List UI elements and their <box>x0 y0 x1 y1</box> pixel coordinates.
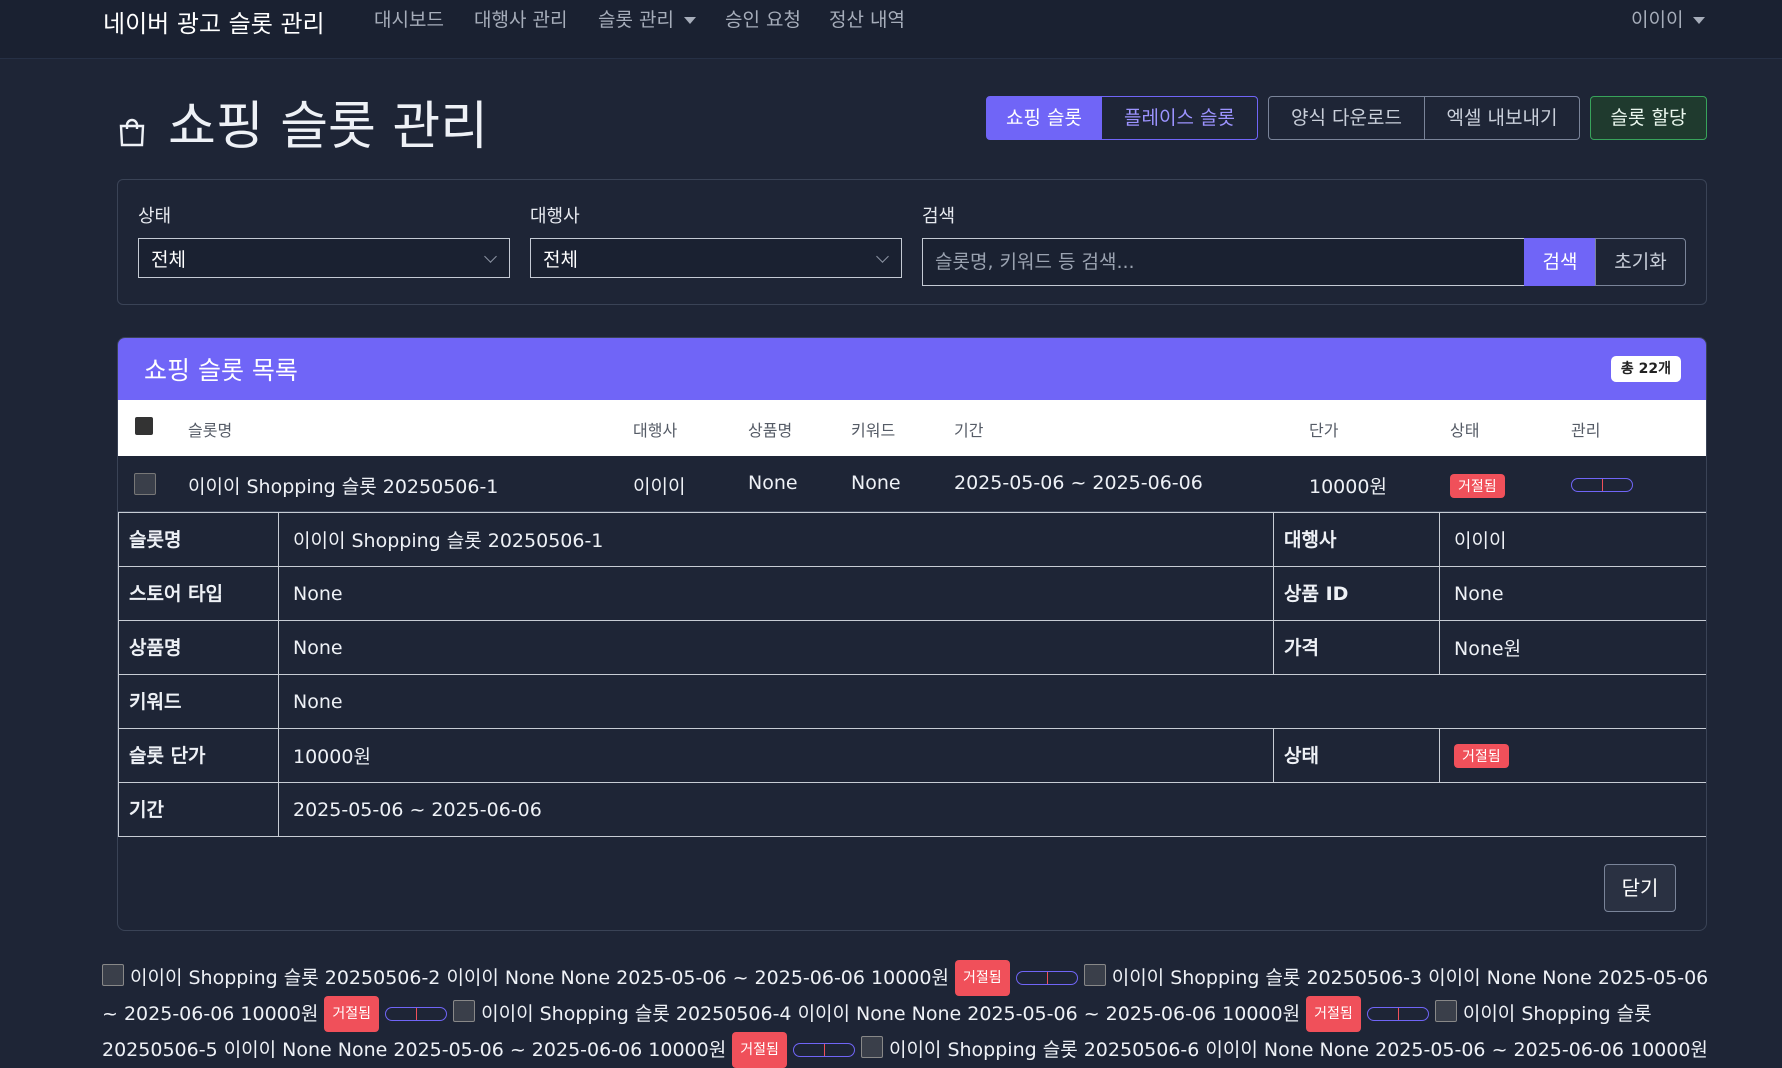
row-agency: 이이이 <box>633 476 686 498</box>
col-keyword: 키워드 <box>851 421 896 440</box>
nav-item-agency[interactable]: 대행사 관리 <box>474 5 567 32</box>
reset-button[interactable]: 초기화 <box>1595 238 1686 286</box>
row-checkbox[interactable] <box>102 964 124 986</box>
list-title: 쇼핑 슬롯 목록 <box>144 356 298 385</box>
user-menu[interactable]: 이이이 <box>1631 5 1706 32</box>
nav-item-slot-management[interactable]: 슬롯 관리 <box>598 5 696 32</box>
agency-select[interactable]: 전체 <box>530 238 902 278</box>
col-slot-name: 슬롯명 <box>188 421 233 440</box>
list-item: 이이이 Shopping 슬롯 20250506-4 이이이 None None… <box>481 1003 1301 1025</box>
col-manage: 관리 <box>1571 421 1601 440</box>
detail-value-product-id: None <box>1439 566 1706 621</box>
template-download-button[interactable]: 양식 다운로드 <box>1268 96 1425 140</box>
status-badge: 거절됨 <box>324 996 380 1032</box>
manage-button-group[interactable] <box>1366 1007 1429 1021</box>
status-select[interactable]: 전체 <box>138 238 510 278</box>
count-badge: 총 22개 <box>1610 356 1681 382</box>
row-checkbox[interactable] <box>860 1036 883 1058</box>
close-button[interactable]: 닫기 <box>1604 864 1676 912</box>
col-price: 단가 <box>1309 421 1339 440</box>
status-badge: 거절됨 <box>954 960 1010 996</box>
status-badge: 거절됨 <box>1306 996 1361 1032</box>
top-navbar: 네이버 광고 슬롯 관리 대시보드 대행사 관리 슬롯 관리 승인 요청 정산 … <box>0 0 1782 59</box>
slot-assign-button[interactable]: 슬롯 할당 <box>1590 96 1707 140</box>
search-label: 검색 <box>922 206 956 227</box>
list-item: 이이이 Shopping 슬롯 20250506-2 이이이 None None… <box>130 967 949 989</box>
list-header: 쇼핑 슬롯 목록 총 22개 <box>118 338 1706 400</box>
detail-label-keyword: 키워드 <box>118 674 279 729</box>
chevron-down-icon <box>1693 17 1706 24</box>
detail-label-product-name: 상품명 <box>118 620 279 675</box>
row-product: None <box>748 472 798 494</box>
detail-label-agency: 대행사 <box>1273 512 1440 567</box>
chevron-down-icon <box>484 250 497 263</box>
row-checkbox[interactable] <box>1434 1000 1457 1022</box>
detail-label-price: 가격 <box>1273 620 1440 675</box>
row-slot-name: 이이이 Shopping 슬롯 20250506-1 <box>188 476 499 498</box>
chevron-down-icon <box>876 250 889 263</box>
col-period: 기간 <box>954 421 984 440</box>
detail-label-status: 상태 <box>1273 728 1440 783</box>
page-title: 쇼핑 슬롯 관리 <box>118 84 488 160</box>
detail-value-unit-price: 10000원 <box>278 728 1274 783</box>
brand-title[interactable]: 네이버 광고 슬롯 관리 <box>103 4 325 39</box>
col-agency: 대행사 <box>633 421 678 440</box>
search-input[interactable] <box>922 238 1526 286</box>
page-title-text: 쇼핑 슬롯 관리 <box>168 97 489 157</box>
table-header: 슬롯명 대행사 상품명 키워드 기간 단가 상태 관리 <box>118 400 1706 456</box>
manage-button-group[interactable] <box>792 1043 855 1057</box>
user-name: 이이이 <box>1631 9 1684 31</box>
detail-value-keyword: None <box>278 674 1706 729</box>
nav-item-slot-label: 슬롯 관리 <box>598 9 674 31</box>
chevron-down-icon <box>683 17 696 24</box>
detail-value-status: 거절됨 <box>1439 728 1706 783</box>
nav-item-approval[interactable]: 승인 요청 <box>725 5 801 32</box>
detail-value-agency: 이이이 <box>1439 512 1706 567</box>
status-select-value: 전체 <box>151 249 186 271</box>
detail-value-period: 2025-05-06 ~ 2025-06-06 <box>278 782 1706 837</box>
row-checkbox[interactable] <box>453 1000 476 1022</box>
detail-label-product-id: 상품 ID <box>1273 566 1440 621</box>
agency-select-value: 전체 <box>543 249 578 271</box>
detail-label-period: 기간 <box>118 782 279 837</box>
row-period: 2025-05-06 ~ 2025-06-06 <box>954 472 1203 494</box>
detail-label-store-type: 스토어 타입 <box>118 566 279 621</box>
col-product: 상품명 <box>748 421 793 440</box>
row-checkbox[interactable] <box>134 473 156 495</box>
select-all-checkbox[interactable] <box>135 417 153 435</box>
detail-value-price: None원 <box>1439 620 1706 675</box>
manage-button-group[interactable] <box>1571 478 1633 492</box>
tab-shopping-slot[interactable]: 쇼핑 슬롯 <box>986 96 1102 140</box>
slot-list-card: 쇼핑 슬롯 목록 총 22개 슬롯명 대행사 상품명 키워드 기간 단가 상태 … <box>117 337 1707 931</box>
detail-value-product-name: None <box>278 620 1274 675</box>
agency-filter-label: 대행사 <box>530 206 580 227</box>
table-row[interactable]: 이이이 Shopping 슬롯 20250506-1 이이이 None None… <box>118 456 1706 512</box>
search-button[interactable]: 검색 <box>1524 238 1596 286</box>
status-filter-label: 상태 <box>138 206 172 227</box>
excel-export-button[interactable]: 엑셀 내보내기 <box>1424 96 1580 140</box>
status-badge: 거절됨 <box>732 1032 787 1068</box>
row-checkbox[interactable] <box>1083 964 1106 986</box>
row-manage <box>1571 475 1633 497</box>
row-status: 거절됨 <box>1450 474 1505 498</box>
status-badge: 거절됨 <box>1450 474 1505 498</box>
slot-detail-table: 슬롯명 이이이 Shopping 슬롯 20250506-1 대행사 이이이 스… <box>118 512 1706 837</box>
detail-label-unit-price: 슬롯 단가 <box>118 728 279 783</box>
unstyled-slot-rows: 이이이 Shopping 슬롯 20250506-2 이이이 None None… <box>102 960 1722 1068</box>
tab-place-slot[interactable]: 플레이스 슬롯 <box>1101 96 1258 140</box>
list-item: 이이이 Shopping 슬롯 20250506-6 이이이 None None… <box>888 1039 1708 1061</box>
nav-item-settlement[interactable]: 정산 내역 <box>829 5 905 32</box>
status-badge: 거절됨 <box>1454 743 1509 768</box>
shopping-bag-icon <box>118 100 146 160</box>
detail-value-slot-name: 이이이 Shopping 슬롯 20250506-1 <box>278 512 1274 567</box>
manage-button-group[interactable] <box>1015 971 1078 985</box>
detail-value-store-type: None <box>278 566 1274 621</box>
manage-button-group[interactable] <box>385 1007 448 1021</box>
nav-item-dashboard[interactable]: 대시보드 <box>374 5 444 32</box>
col-status: 상태 <box>1450 421 1480 440</box>
row-keyword: None <box>851 472 901 494</box>
detail-label-slot-name: 슬롯명 <box>118 512 279 567</box>
row-price: 10000원 <box>1309 476 1387 498</box>
